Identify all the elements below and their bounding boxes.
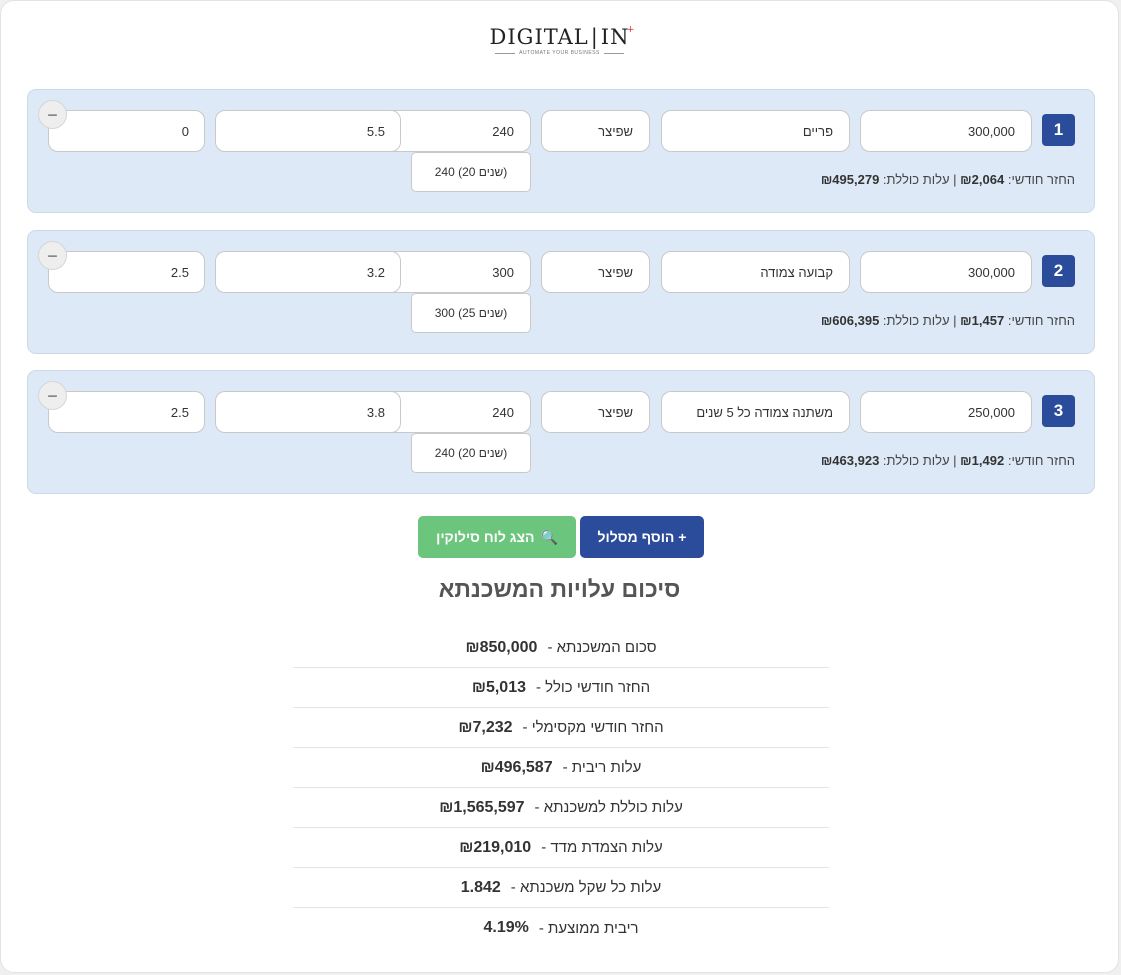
track-amount-input[interactable]: 300,000 bbox=[860, 251, 1032, 293]
track-method-select[interactable]: שפיצר bbox=[541, 391, 650, 433]
add-track-button[interactable]: + הוסף מסלול bbox=[580, 516, 704, 558]
track-method-select[interactable]: שפיצר bbox=[541, 251, 650, 293]
logo-in: IN bbox=[600, 25, 630, 49]
summary-label: החזר חודשי כולל - bbox=[536, 679, 651, 696]
separator: | bbox=[953, 172, 957, 187]
total-label: עלות כוללת: bbox=[882, 453, 950, 468]
track-type-select[interactable]: קבועה צמודה bbox=[661, 251, 850, 293]
separator: | bbox=[953, 453, 957, 468]
monthly-value: ₪1,492 bbox=[960, 453, 1005, 468]
total-label: עלות כוללת: bbox=[882, 313, 950, 328]
total-label: עלות כוללת: bbox=[882, 172, 950, 187]
summary-value: ₪219,010 bbox=[459, 838, 532, 856]
summary-row: עלות כוללת למשכנתא - ₪1,565,597 bbox=[293, 788, 829, 828]
total-value: ₪606,395 bbox=[820, 313, 880, 328]
monthly-value: ₪1,457 bbox=[960, 313, 1005, 328]
total-value: ₪463,923 bbox=[820, 453, 880, 468]
track-amount-input[interactable]: 250,000 bbox=[860, 391, 1032, 433]
summary-value: ₪5,013 bbox=[471, 678, 526, 696]
track-number-badge: 2 bbox=[1042, 255, 1075, 287]
summary-title: סיכום עלויות המשכנתא bbox=[438, 576, 681, 602]
track-rate-input[interactable]: 3.2 bbox=[215, 251, 401, 293]
separator: | bbox=[953, 313, 957, 328]
track-number-badge: 3 bbox=[1042, 395, 1075, 427]
track-index-input[interactable]: 0 bbox=[48, 110, 205, 152]
track-summary-line: החזר חודשי: ₪1,492 | עלות כוללת: ₪463,92… bbox=[821, 453, 1075, 468]
summary-value: 1.842 bbox=[460, 878, 501, 896]
summary-value: ₪7,232 bbox=[458, 718, 513, 736]
summary-row: החזר חודשי כולל - ₪5,013 bbox=[293, 668, 829, 708]
page-container: DIGITAL|IN + AUTOMATE YOUR BUSINESS 1 300… bbox=[0, 0, 1119, 973]
monthly-label: החזר חודשי: bbox=[1007, 453, 1075, 468]
track-number-badge: 1 bbox=[1042, 114, 1075, 146]
summary-value: ₪496,587 bbox=[480, 758, 553, 776]
summary-list: סכום המשכנתא - ₪850,000 החזר חודשי כולל … bbox=[293, 628, 829, 948]
summary-row: החזר חודשי מקסימלי - ₪7,232 bbox=[293, 708, 829, 748]
remove-track-button[interactable]: − bbox=[38, 100, 67, 129]
logo-separator: | bbox=[590, 25, 599, 49]
track-rate-input[interactable]: 5.5 bbox=[215, 110, 401, 152]
summary-row: ריבית ממוצעת - 4.19% bbox=[293, 908, 829, 948]
mortgage-track-3: 3 250,000 משתנה צמודה כל 5 שנים שפיצר 24… bbox=[27, 370, 1095, 494]
summary-label: ריבית ממוצעת - bbox=[538, 919, 639, 937]
summary-label: סכום המשכנתא - bbox=[547, 639, 657, 656]
track-period-dropdown-option[interactable]: 240 (20 שנים) bbox=[411, 152, 531, 192]
track-type-select[interactable]: משתנה צמודה כל 5 שנים bbox=[661, 391, 850, 433]
summary-label: החזר חודשי מקסימלי - bbox=[522, 719, 664, 736]
track-method-select[interactable]: שפיצר bbox=[541, 110, 650, 152]
show-amortization-label: הצג לוח סילוקין bbox=[436, 529, 535, 545]
summary-label: עלות ריבית - bbox=[562, 759, 642, 776]
track-index-input[interactable]: 2.5 bbox=[48, 391, 205, 433]
logo-main: DIGITAL bbox=[489, 25, 589, 49]
mortgage-track-1: 1 300,000 פריים שפיצר 240 5.5 0 240 (20 … bbox=[27, 89, 1095, 213]
track-summary-line: החזר חודשי: ₪2,064 | עלות כוללת: ₪495,27… bbox=[821, 172, 1075, 187]
logo-plus-mark: + bbox=[626, 25, 636, 35]
summary-value: 4.19% bbox=[483, 919, 529, 936]
logo-tagline: AUTOMATE YOUR BUSINESS bbox=[1, 50, 1118, 56]
summary-row: סכום המשכנתא - ₪850,000 bbox=[293, 628, 829, 668]
summary-row: עלות ריבית - ₪496,587 bbox=[293, 748, 829, 788]
track-type-select[interactable]: פריים bbox=[661, 110, 850, 152]
summary-value: ₪850,000 bbox=[465, 638, 538, 656]
track-summary-line: החזר חודשי: ₪1,457 | עלות כוללת: ₪606,39… bbox=[821, 313, 1075, 328]
remove-track-button[interactable]: − bbox=[38, 241, 67, 270]
magnifier-icon: 🔍 bbox=[540, 528, 558, 545]
summary-row: עלות כל שקל משכנתא - 1.842 bbox=[293, 868, 829, 908]
monthly-label: החזר חודשי: bbox=[1007, 172, 1075, 187]
show-amortization-button[interactable]: 🔍 הצג לוח סילוקין bbox=[418, 516, 576, 558]
track-period-dropdown-option[interactable]: 300 (25 שנים) bbox=[411, 293, 531, 333]
total-value: ₪495,279 bbox=[820, 172, 880, 187]
mortgage-track-2: 2 300,000 קבועה צמודה שפיצר 300 3.2 2.5 … bbox=[27, 230, 1095, 354]
logo-text: DIGITAL|IN + bbox=[489, 25, 635, 49]
summary-row: עלות הצמדת מדד - ₪219,010 bbox=[293, 828, 829, 868]
logo: DIGITAL|IN + AUTOMATE YOUR BUSINESS bbox=[1, 25, 1118, 56]
summary-label: עלות הצמדת מדד - bbox=[541, 839, 663, 856]
remove-track-button[interactable]: − bbox=[38, 381, 67, 410]
track-rate-input[interactable]: 3.8 bbox=[215, 391, 401, 433]
summary-label: עלות כל שקל משכנתא - bbox=[510, 879, 662, 896]
track-period-dropdown-option[interactable]: 240 (20 שנים) bbox=[411, 433, 531, 473]
track-index-input[interactable]: 2.5 bbox=[48, 251, 205, 293]
track-amount-input[interactable]: 300,000 bbox=[860, 110, 1032, 152]
summary-value: ₪1,565,597 bbox=[439, 798, 525, 816]
summary-label: עלות כוללת למשכנתא - bbox=[534, 799, 683, 816]
monthly-value: ₪2,064 bbox=[960, 172, 1005, 187]
monthly-label: החזר חודשי: bbox=[1007, 313, 1075, 328]
